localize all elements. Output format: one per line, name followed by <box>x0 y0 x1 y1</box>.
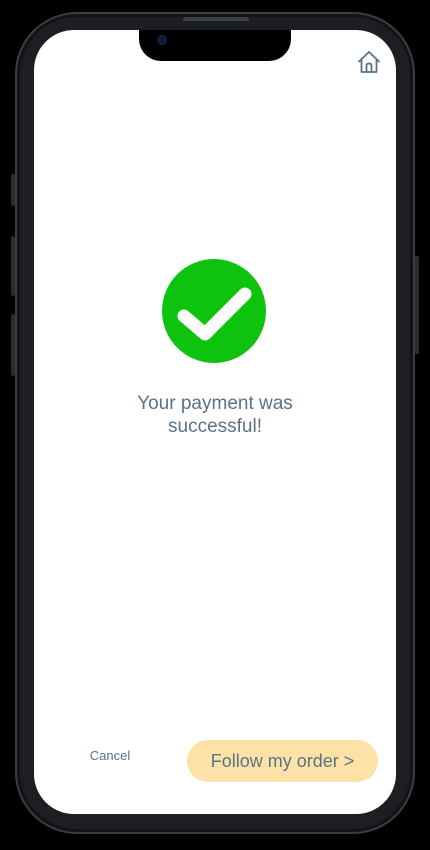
success-badge <box>162 259 266 363</box>
phone-screen: Your payment was successful! Cancel Foll… <box>34 30 396 814</box>
follow-order-button[interactable]: Follow my order > <box>187 740 378 782</box>
power-button <box>415 256 419 354</box>
stage: Your payment was successful! Cancel Foll… <box>0 0 430 850</box>
front-camera <box>158 36 166 44</box>
success-message: Your payment was successful! <box>137 393 293 437</box>
home-icon[interactable] <box>356 49 382 75</box>
cancel-button[interactable]: Cancel <box>82 747 138 765</box>
speaker-grille <box>183 17 249 21</box>
notch <box>139 30 291 61</box>
checkmark-icon <box>177 287 252 341</box>
